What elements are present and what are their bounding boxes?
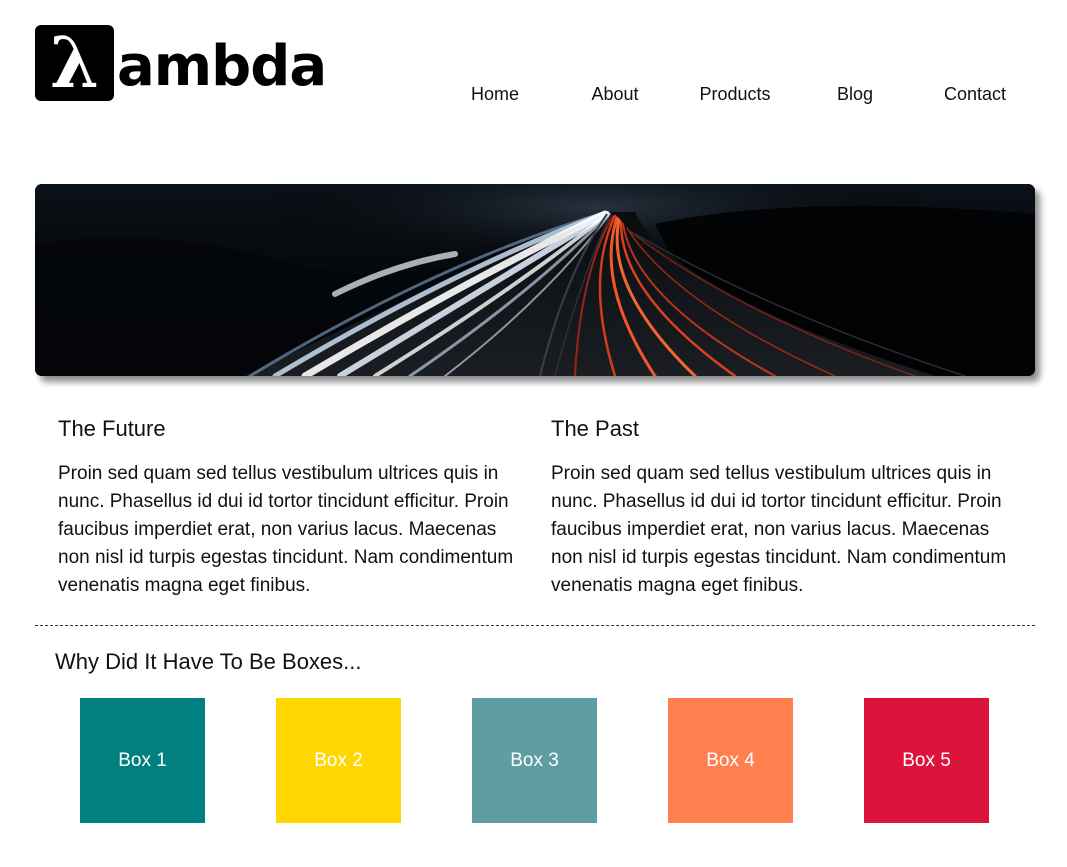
nav-blog-link[interactable]: Blog (795, 83, 915, 105)
highway-light-trails-illustration (35, 184, 1035, 376)
nav-about-link[interactable]: About (555, 83, 675, 105)
box-4: Box 4 (668, 698, 793, 823)
nav-contact-link[interactable]: Contact (915, 83, 1035, 105)
nav-home-link[interactable]: Home (435, 83, 555, 105)
box-3: Box 3 (472, 698, 597, 823)
logo-lambda-badge: λ (35, 25, 114, 101)
box-2: Box 2 (276, 698, 401, 823)
future-heading: The Future (58, 416, 166, 441)
past-heading: The Past (551, 416, 640, 441)
past-column: The Past Proin sed quam sed tellus vesti… (551, 415, 1021, 600)
hero-image (35, 184, 1035, 376)
boxes-section-title: Why Did It Have To Be Boxes... (55, 649, 362, 674)
future-column: The Future Proin sed quam sed tellus ves… (58, 415, 528, 600)
main-nav: Home About Products Blog Contact (435, 83, 1035, 105)
box-5: Box 5 (864, 698, 989, 823)
logo[interactable]: λ ambda (35, 25, 327, 101)
section-divider (35, 625, 1035, 626)
future-body-text: Proin sed quam sed tellus vestibulum ult… (58, 463, 514, 596)
nav-products-link[interactable]: Products (675, 83, 795, 105)
box-1: Box 1 (80, 698, 205, 823)
logo-text: ambda (117, 34, 327, 99)
past-body-text: Proin sed quam sed tellus vestibulum ult… (551, 463, 1007, 596)
